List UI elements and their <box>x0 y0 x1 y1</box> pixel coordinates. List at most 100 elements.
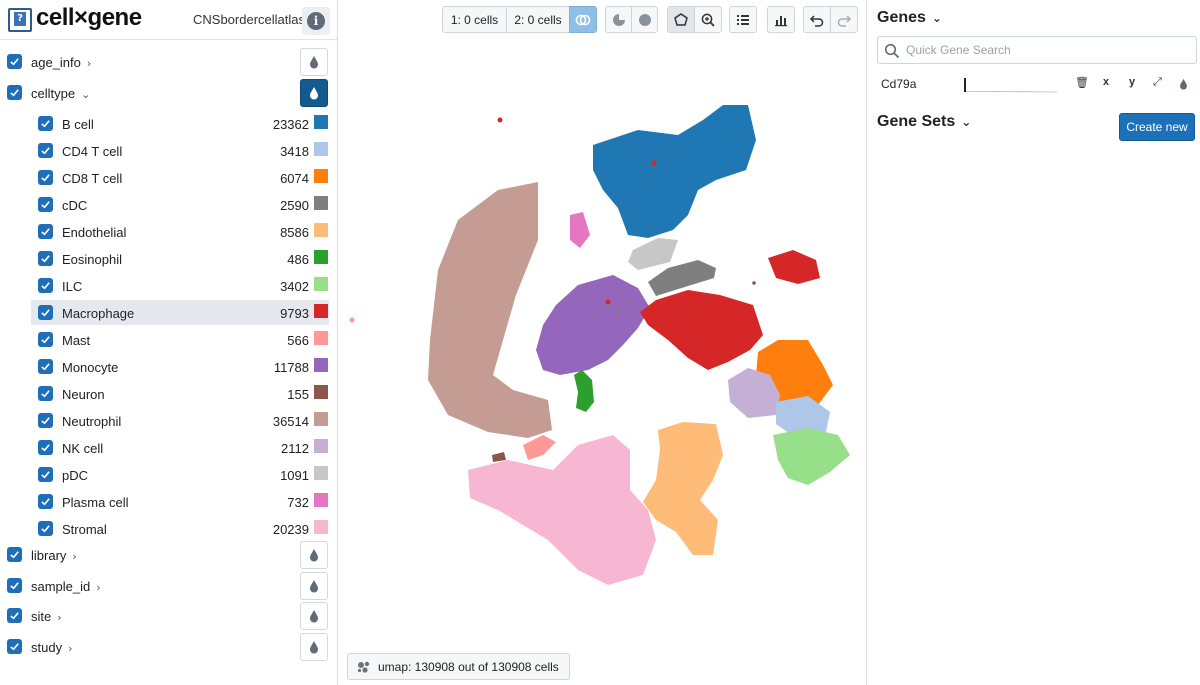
expand-icon[interactable]: ⤢ <box>1153 76 1162 89</box>
celltype-checkbox[interactable] <box>38 305 53 320</box>
category-label[interactable]: sample_id › <box>31 579 101 594</box>
info-icon: i <box>307 12 325 30</box>
cellset-1-button[interactable]: 1: 0 cells <box>442 6 507 33</box>
color-by-button[interactable] <box>300 602 328 630</box>
list-button[interactable] <box>729 6 757 33</box>
category-sample-id[interactable]: sample_id › <box>0 572 337 602</box>
color-mode-buttons <box>605 6 658 33</box>
embedding-selector[interactable]: umap: 130908 out of 130908 cells <box>347 653 570 680</box>
celltype-count: 1091 <box>280 468 309 483</box>
color-by-button[interactable] <box>300 48 328 76</box>
celltype-count: 23362 <box>272 117 309 132</box>
celltype-checkbox[interactable] <box>38 278 53 293</box>
dot-mode-button[interactable] <box>631 6 658 33</box>
gene-name: Cd79a <box>881 77 917 91</box>
celltype-checkbox[interactable] <box>38 386 53 401</box>
list-icon <box>737 14 749 25</box>
category-study[interactable]: study › <box>0 633 337 663</box>
celltype-row[interactable]: CD8 T cell 6074 <box>31 165 329 190</box>
celltype-row[interactable]: Monocyte 11788 <box>31 354 329 379</box>
color-by-gene-icon[interactable] <box>1179 78 1188 90</box>
celltype-row[interactable]: pDC 1091 <box>31 462 329 487</box>
genes-header[interactable]: Genes ⌄ <box>877 9 942 27</box>
category-label[interactable]: celltype ⌄ <box>31 86 90 101</box>
color-swatch <box>314 196 328 210</box>
zoom-button[interactable] <box>694 6 722 33</box>
cell-point <box>605 299 611 305</box>
color-by-button[interactable] <box>300 79 328 107</box>
celltype-checkbox[interactable] <box>38 332 53 347</box>
celltype-row[interactable]: Neuron 155 <box>31 381 329 406</box>
scatter-icon <box>357 661 370 673</box>
category-checkbox[interactable] <box>7 639 22 654</box>
celltype-checkbox[interactable] <box>38 521 53 536</box>
celltype-row[interactable]: cDC 2590 <box>31 192 329 217</box>
celltype-row[interactable]: Eosinophil 486 <box>31 246 329 271</box>
category-site[interactable]: site › <box>0 602 337 632</box>
color-by-button[interactable] <box>300 633 328 661</box>
chevron-down-icon: ⌄ <box>81 88 91 101</box>
category-checkbox[interactable] <box>7 578 22 593</box>
category-label[interactable]: study › <box>31 640 72 655</box>
category-name: celltype <box>31 86 76 101</box>
color-by-button[interactable] <box>300 541 328 569</box>
celltype-checkbox[interactable] <box>38 413 53 428</box>
celltype-checkbox[interactable] <box>38 494 53 509</box>
category-checkbox[interactable] <box>7 54 22 69</box>
category-label[interactable]: age_info › <box>31 55 91 70</box>
histogram-button[interactable] <box>767 6 795 33</box>
gene-x-button[interactable]: x <box>1103 76 1109 88</box>
lasso-button[interactable] <box>667 6 695 33</box>
celltype-row[interactable]: ILC 3402 <box>31 273 329 298</box>
celltype-checkbox[interactable] <box>38 359 53 374</box>
gene-row: Cd79a 🗑 x y ⤢ <box>867 72 1200 96</box>
cell-point <box>349 317 355 323</box>
gene-sets-header[interactable]: Gene Sets ⌄ <box>877 113 971 131</box>
celltype-checkbox[interactable] <box>38 440 53 455</box>
category-celltype[interactable]: celltype ⌄ <box>0 79 337 109</box>
celltype-checkbox[interactable] <box>38 116 53 131</box>
celltype-row[interactable]: Plasma cell 732 <box>31 489 329 514</box>
undo-button[interactable] <box>803 6 831 33</box>
category-label[interactable]: site › <box>31 609 62 624</box>
cluster-b-cell <box>593 105 756 238</box>
left-sidebar: cell×gene CNSbordercellatlas i age_info ›… <box>0 0 338 685</box>
celltype-row[interactable]: Neutrophil 36514 <box>31 408 329 433</box>
cluster-macrophage <box>640 290 763 370</box>
celltype-row[interactable]: NK cell 2112 <box>31 435 329 460</box>
info-button[interactable]: i <box>302 7 330 35</box>
celltype-row[interactable]: Endothelial 8586 <box>31 219 329 244</box>
celltype-checkbox[interactable] <box>38 467 53 482</box>
trash-icon[interactable]: 🗑 <box>1075 76 1089 89</box>
cellset-2-button[interactable]: 2: 0 cells <box>506 6 570 33</box>
celltype-row[interactable]: Mast 566 <box>31 327 329 352</box>
category-checkbox[interactable] <box>7 608 22 623</box>
celltype-row[interactable]: CD4 T cell 3418 <box>31 138 329 163</box>
redo-button[interactable] <box>830 6 858 33</box>
cell-point <box>628 300 632 304</box>
pie-mode-button[interactable] <box>605 6 632 33</box>
celltype-checkbox[interactable] <box>38 143 53 158</box>
celltype-checkbox[interactable] <box>38 170 53 185</box>
cellset-toggle-button[interactable] <box>569 6 597 33</box>
celltype-count: 6074 <box>280 171 309 186</box>
category-label[interactable]: library › <box>31 548 77 563</box>
app-title: cell×gene <box>36 4 142 31</box>
category-checkbox[interactable] <box>7 547 22 562</box>
celltype-checkbox[interactable] <box>38 224 53 239</box>
celltype-checkbox[interactable] <box>38 197 53 212</box>
celltype-row[interactable]: B cell 23362 <box>31 111 329 136</box>
drop-icon <box>310 580 318 593</box>
category-library[interactable]: library › <box>0 541 337 571</box>
gene-search-input[interactable] <box>904 40 1189 60</box>
create-new-button[interactable]: Create new <box>1119 113 1195 141</box>
redo-icon <box>837 14 852 27</box>
celltype-row[interactable]: Macrophage 9793 <box>31 300 329 325</box>
category-age-info[interactable]: age_info › <box>0 48 337 78</box>
category-checkbox[interactable] <box>7 85 22 100</box>
celltype-checkbox[interactable] <box>38 251 53 266</box>
umap-scatter-plot[interactable] <box>338 40 866 650</box>
color-by-button[interactable] <box>300 572 328 600</box>
celltype-row[interactable]: Stromal 20239 <box>31 516 329 541</box>
gene-y-button[interactable]: y <box>1129 76 1135 88</box>
